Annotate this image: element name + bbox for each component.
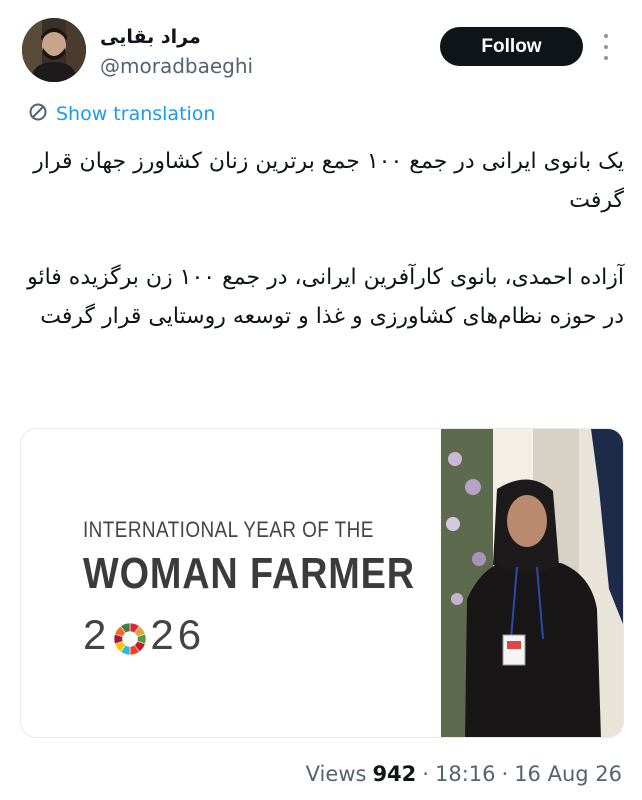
views-label: Views: [305, 762, 367, 786]
more-vertical-icon[interactable]: [598, 34, 614, 60]
media-line1: INTERNATIONAL YEAR OF THE: [83, 517, 374, 542]
user-handle[interactable]: @moradbaeghi: [100, 54, 253, 78]
tweet-media[interactable]: INTERNATIONAL YEAR OF THE WOMAN FARMER 2: [20, 428, 624, 738]
media-line2: WOMAN FARMER: [83, 549, 415, 598]
tweet-text: یک بانوی ایرانی در جمع ۱۰۰ جمع برترین زن…: [20, 142, 624, 336]
separator: ·: [501, 762, 509, 786]
show-translation-link[interactable]: Show translation: [28, 100, 215, 128]
views-count: 942: [372, 762, 417, 786]
tweet-paragraph: یک بانوی ایرانی در جمع ۱۰۰ جمع برترین زن…: [33, 149, 624, 213]
year-prefix: 2: [83, 611, 111, 658]
media-caption: INTERNATIONAL YEAR OF THE WOMAN FARMER 2: [83, 517, 469, 659]
sdg-wheel-icon: [113, 618, 147, 656]
tweet-time[interactable]: 18:16: [435, 762, 496, 786]
tweet-paragraph: آزاده احمدی، بانوی کارآفرین ایرانی، در ج…: [27, 265, 624, 329]
tweet-meta: Views 942 · 18:16 · 16 Aug 26: [306, 762, 622, 786]
media-photo: [441, 429, 623, 737]
separator: ·: [422, 762, 429, 786]
follow-button[interactable]: Follow: [440, 27, 583, 66]
show-translation-label: Show translation: [56, 103, 216, 125]
year-suffix: 26: [150, 611, 206, 658]
tweet-date[interactable]: 16 Aug 26: [514, 762, 622, 786]
translate-icon: [28, 102, 48, 127]
avatar[interactable]: [22, 18, 86, 82]
media-year: 2 26: [83, 611, 469, 659]
display-name[interactable]: مراد بقایی: [100, 26, 210, 48]
